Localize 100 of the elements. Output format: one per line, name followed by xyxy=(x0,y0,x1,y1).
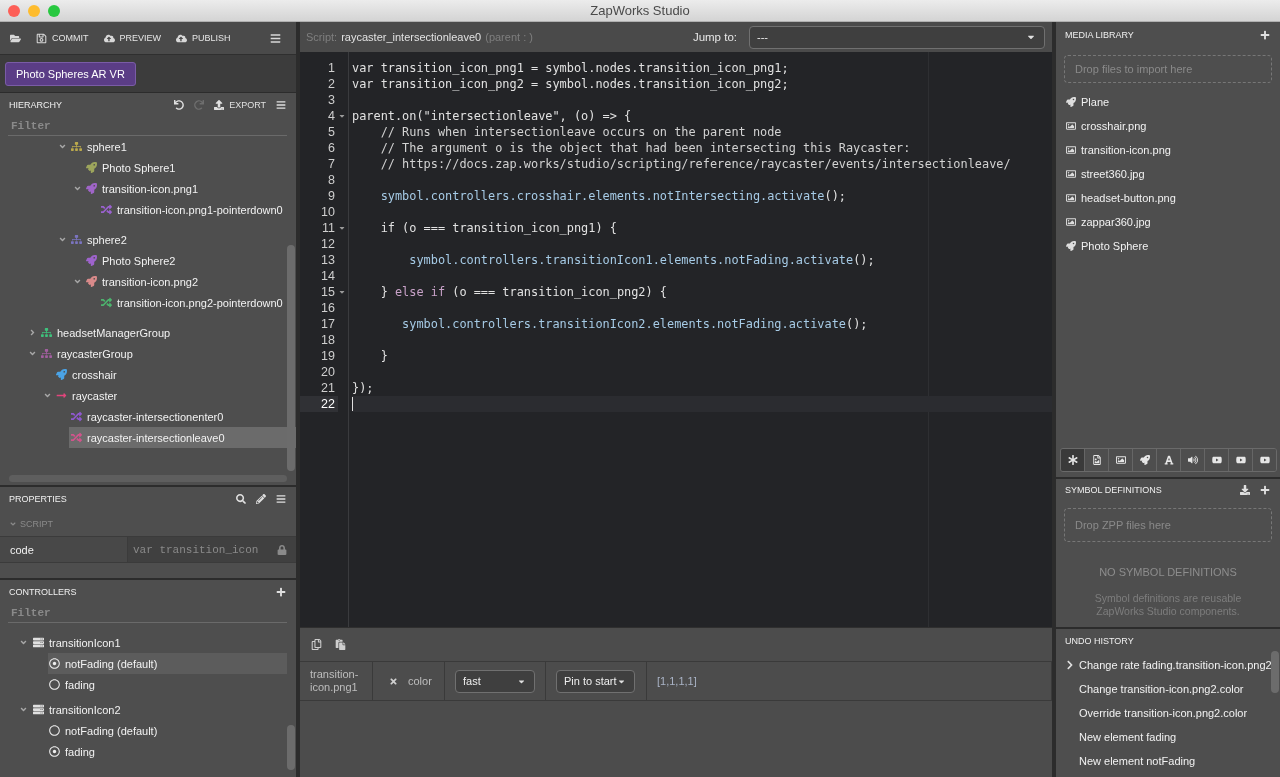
image-icon xyxy=(1065,145,1076,155)
search-icon[interactable] xyxy=(236,494,246,504)
undo-item[interactable]: Change rate fading.transition-icon.png2 xyxy=(1056,653,1280,677)
chevron-down-icon[interactable] xyxy=(72,184,82,193)
easing-select[interactable]: fast xyxy=(455,669,535,693)
tree-item[interactable]: transition-icon.png2-pointerdown0 xyxy=(99,292,296,313)
play-icon xyxy=(1211,455,1222,465)
controller-item[interactable]: transitionIcon2 xyxy=(30,699,121,720)
panel-title: HIERARCHY xyxy=(9,100,62,110)
controller-state[interactable]: notFading (default) xyxy=(48,720,287,741)
line-number: 7 xyxy=(327,156,336,172)
tree-item[interactable]: transition-icon.png2 xyxy=(84,271,296,292)
code-line: parent.on("intersectionleave", (o) => { xyxy=(352,108,633,124)
tree-item[interactable]: Photo Sphere1 xyxy=(84,157,296,178)
tree-item[interactable]: raycasterGroup xyxy=(39,343,296,364)
undo-item[interactable]: Override transition-icon.png2.color xyxy=(1056,701,1280,725)
script-name: raycaster_intersectionleave0 xyxy=(341,31,482,43)
line-number: 8 xyxy=(327,172,336,188)
line-number: 21 xyxy=(320,380,336,396)
rocket-icon xyxy=(1065,97,1076,107)
list-icon xyxy=(33,637,44,648)
media-item[interactable]: Plane xyxy=(1056,90,1280,114)
preview-button[interactable]: PREVIEW xyxy=(103,32,161,44)
tree-item[interactable]: Photo Sphere2 xyxy=(84,250,296,271)
property-name: code xyxy=(0,537,128,562)
chevron-down-icon[interactable] xyxy=(42,391,52,400)
filter-field[interactable]: Filter xyxy=(8,604,287,623)
plus-icon[interactable] xyxy=(1260,30,1270,40)
tree-item[interactable]: crosshair xyxy=(54,364,296,385)
pin-select[interactable]: Pin to start xyxy=(556,669,635,693)
download-icon[interactable] xyxy=(1240,485,1250,495)
menu-icon[interactable] xyxy=(276,100,286,110)
controller-state[interactable]: notFading (default) xyxy=(48,653,287,674)
plus-icon[interactable] xyxy=(1260,485,1270,495)
tree-item[interactable]: sphere1 xyxy=(69,136,296,157)
commit-button[interactable]: COMMIT xyxy=(36,32,89,44)
line-number: 20 xyxy=(320,364,336,380)
line-number: 13 xyxy=(320,252,336,268)
asterisk-icon xyxy=(1067,455,1078,465)
tree-item[interactable]: transition-icon.png1 xyxy=(84,178,296,199)
filter-tab[interactable] xyxy=(1252,449,1276,471)
publish-button[interactable]: PUBLISH xyxy=(176,32,231,44)
code-line: symbol.controllers.transitionIcon1.elements.notFading.activate(); xyxy=(408,252,876,268)
media-item[interactable]: headset-button.png xyxy=(1056,186,1280,210)
paste-icon[interactable] xyxy=(335,639,346,650)
scrollbar-thumb[interactable] xyxy=(1271,651,1279,693)
media-item[interactable]: Photo Sphere xyxy=(1056,234,1280,258)
line-number: 4 xyxy=(327,108,336,124)
folder-icon[interactable] xyxy=(10,32,21,44)
tree-item[interactable]: headsetManagerGroup xyxy=(39,322,296,343)
controller-state[interactable]: fading xyxy=(48,674,287,695)
chevron-down-icon[interactable] xyxy=(18,705,28,714)
jump-to-select[interactable]: --- xyxy=(749,25,1045,49)
filter-tab[interactable] xyxy=(1061,449,1084,471)
pencil-icon[interactable] xyxy=(256,494,266,504)
tree-item[interactable]: raycaster xyxy=(54,385,296,406)
media-item[interactable]: crosshair.png xyxy=(1056,114,1280,138)
radio-button[interactable] xyxy=(49,679,60,690)
chevron-down-icon[interactable] xyxy=(57,235,67,244)
controller-item[interactable]: transitionIcon1 xyxy=(30,632,121,653)
menu-icon[interactable] xyxy=(270,32,281,44)
rocket-icon xyxy=(1065,241,1076,251)
scrollbar-thumb[interactable] xyxy=(287,725,295,770)
controller-state[interactable]: fading xyxy=(48,741,287,762)
fold-icon[interactable] xyxy=(338,288,346,296)
media-item[interactable]: zappar360.jpg xyxy=(1056,210,1280,234)
undo-item[interactable]: New element notFading xyxy=(1056,749,1280,773)
chevron-down-icon[interactable] xyxy=(57,142,67,151)
undo-item[interactable]: New element fading xyxy=(1056,725,1280,749)
undo-item[interactable]: Change transition-icon.png2.color xyxy=(1056,677,1280,701)
radio-button[interactable] xyxy=(49,725,60,736)
copy-icon[interactable] xyxy=(311,639,322,650)
fold-icon[interactable] xyxy=(338,112,346,120)
media-item[interactable]: street360.jpg xyxy=(1056,162,1280,186)
tree-item[interactable]: transition-icon.png1-pointerdown0 xyxy=(99,199,296,220)
remove-button[interactable] xyxy=(389,676,398,686)
tree-item[interactable]: sphere2 xyxy=(69,229,296,250)
tree-item[interactable]: raycaster-intersectionenter0 xyxy=(69,406,296,427)
play-icon xyxy=(1235,455,1246,465)
export-button[interactable]: EXPORT xyxy=(214,100,266,110)
filter-field[interactable]: Filter xyxy=(8,117,287,136)
scrollbar-thumb[interactable] xyxy=(287,245,295,471)
chevron-down-icon[interactable] xyxy=(18,638,28,647)
tree-item[interactable]: raycaster-intersectionleave0 xyxy=(69,427,296,448)
radio-button[interactable] xyxy=(49,658,60,669)
line-number: 9 xyxy=(327,188,336,204)
undo-icon[interactable] xyxy=(174,100,185,110)
media-item[interactable]: transition-icon.png xyxy=(1056,138,1280,162)
code-line: // https://docs.zap.works/studio/scripting/reference/raycaster/events/intersectionleave/ xyxy=(379,156,1012,172)
line-number: 18 xyxy=(320,332,336,348)
chevron-down-icon[interactable] xyxy=(72,277,82,286)
project-button[interactable]: Photo Spheres AR VR xyxy=(5,61,136,86)
chevron-down-icon[interactable] xyxy=(27,349,37,358)
property-label: color xyxy=(408,675,432,687)
menu-icon[interactable] xyxy=(276,494,286,504)
image-icon xyxy=(1065,217,1076,227)
line-number: 17 xyxy=(320,316,336,332)
plus-icon[interactable] xyxy=(276,587,286,597)
fold-icon[interactable] xyxy=(338,224,346,232)
radio-button[interactable] xyxy=(49,746,60,757)
